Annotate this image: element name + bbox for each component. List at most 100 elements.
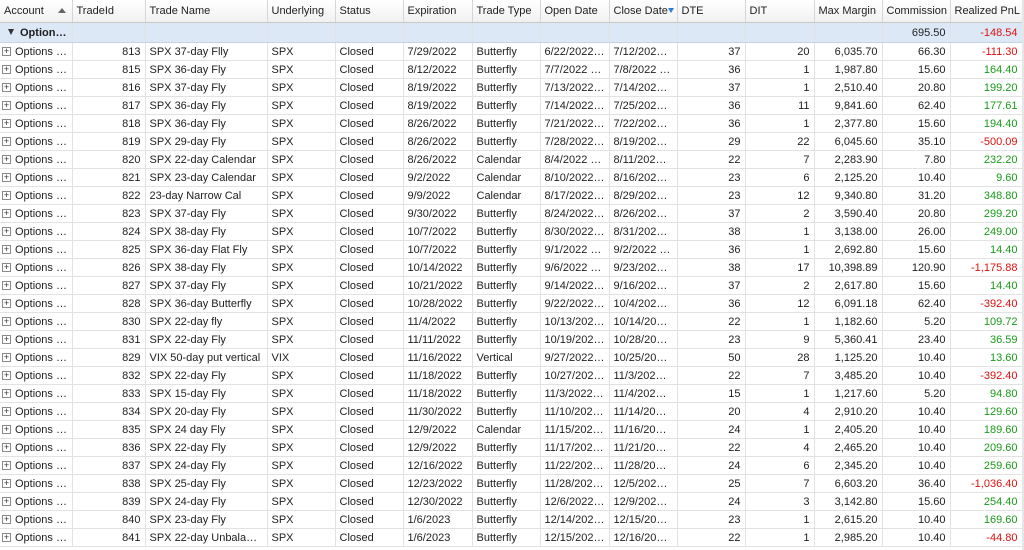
cell-expiration[interactable]: 8/19/2022 xyxy=(403,78,473,97)
cell-expiration[interactable]: 11/16/2022 xyxy=(403,348,473,367)
cell-account[interactable]: + Options 2... xyxy=(0,150,73,169)
cell-realized-pnl[interactable]: -500.09 xyxy=(950,132,1023,151)
cell-trade-type[interactable]: Butterfly xyxy=(472,330,541,349)
cell-account[interactable]: + Options 2... xyxy=(0,528,73,547)
cell-dit[interactable]: 7 xyxy=(745,474,815,493)
cell-trade-type[interactable]: Butterfly xyxy=(472,114,541,133)
cell-trade-name[interactable]: SPX 36-day Fly xyxy=(145,60,268,79)
expand-plus-icon[interactable]: + xyxy=(2,443,11,452)
cell-open-date[interactable]: 8/30/2022 ... xyxy=(540,222,610,241)
table-row[interactable]: + Options 2... 816 SPX 37-day Fly SPX Closed 8… xyxy=(0,78,1023,97)
cell-trade-type[interactable]: Butterfly xyxy=(472,132,541,151)
cell-close-date[interactable]: 9/2/2022 1... xyxy=(609,240,678,259)
column-header-commission[interactable]: Commission xyxy=(882,0,951,23)
cell-commission[interactable]: 5.20 xyxy=(882,312,951,331)
cell-tradeid[interactable]: 830 xyxy=(72,312,146,331)
cell-dit[interactable]: 2 xyxy=(745,276,815,295)
cell-tradeid[interactable]: 835 xyxy=(72,420,146,439)
table-row[interactable]: + Options 2... 835 SPX 24 day Fly SPX Closed 1… xyxy=(0,420,1023,439)
cell-tradeid[interactable]: 836 xyxy=(72,438,146,457)
cell-trade-name[interactable]: SPX 25-day Fly xyxy=(145,474,268,493)
cell-trade-type[interactable]: Calendar xyxy=(472,150,541,169)
cell-dte[interactable]: 23 xyxy=(677,168,746,187)
cell-tradeid[interactable]: 823 xyxy=(72,204,146,223)
expand-plus-icon[interactable]: + xyxy=(2,227,11,236)
cell-max-margin[interactable]: 1,987.80 xyxy=(814,60,883,79)
cell-max-margin[interactable]: 10,398.89 xyxy=(814,258,883,277)
cell-trade-name[interactable]: SPX 36-day Flat Fly xyxy=(145,240,268,259)
column-header-dte[interactable]: DTE xyxy=(677,0,746,23)
cell-dit[interactable]: 1 xyxy=(745,240,815,259)
cell-trade-type[interactable]: Butterfly xyxy=(472,528,541,547)
cell-open-date[interactable]: 7/28/2022 ... xyxy=(540,132,610,151)
cell-expiration[interactable]: 11/30/2022 xyxy=(403,402,473,421)
cell-close-date[interactable]: 11/28/2022... xyxy=(609,456,678,475)
cell-trade-type[interactable]: Butterfly xyxy=(472,258,541,277)
cell-close-date[interactable]: 11/14/2022... xyxy=(609,402,678,421)
cell-close-date[interactable]: 11/3/2022 ... xyxy=(609,366,678,385)
table-row[interactable]: + Options 2... 826 SPX 38-day Fly SPX Closed 1… xyxy=(0,258,1023,277)
cell-close-date[interactable]: 12/15/2022... xyxy=(609,510,678,529)
cell-tradeid[interactable]: 837 xyxy=(72,456,146,475)
cell-trade-type[interactable]: Butterfly xyxy=(472,60,541,79)
cell-max-margin[interactable]: 2,617.80 xyxy=(814,276,883,295)
cell-realized-pnl[interactable]: 249.00 xyxy=(950,222,1023,241)
cell-trade-type[interactable]: Butterfly xyxy=(472,78,541,97)
cell-expiration[interactable]: 11/4/2022 xyxy=(403,312,473,331)
cell-underlying[interactable]: SPX xyxy=(267,240,336,259)
cell-max-margin[interactable]: 2,377.80 xyxy=(814,114,883,133)
table-row[interactable]: + Options 2... 825 SPX 36-day Flat Fly SPX Cl… xyxy=(0,240,1023,259)
cell-expiration[interactable]: 10/7/2022 xyxy=(403,222,473,241)
cell-commission[interactable]: 10.40 xyxy=(882,402,951,421)
table-row[interactable]: + Options 2... 838 SPX 25-day Fly SPX Closed 1… xyxy=(0,474,1023,493)
cell-underlying[interactable]: SPX xyxy=(267,330,336,349)
cell-tradeid[interactable]: 827 xyxy=(72,276,146,295)
column-header-max-margin[interactable]: Max Margin xyxy=(814,0,883,23)
cell-open-date[interactable]: 12/6/2022 ... xyxy=(540,492,610,511)
column-header-open-date[interactable]: Open Date xyxy=(540,0,610,23)
cell-realized-pnl[interactable]: 13.60 xyxy=(950,348,1023,367)
cell-status[interactable]: Closed xyxy=(335,294,404,313)
cell-account[interactable]: + Options 2... xyxy=(0,456,73,475)
cell-expiration[interactable]: 11/18/2022 xyxy=(403,384,473,403)
cell-tradeid[interactable]: 825 xyxy=(72,240,146,259)
cell-trade-name[interactable]: SPX 37-day Fly xyxy=(145,276,268,295)
cell-dte[interactable]: 37 xyxy=(677,42,746,61)
cell-max-margin[interactable]: 6,603.20 xyxy=(814,474,883,493)
table-row[interactable]: + Options 2... 827 SPX 37-day Fly SPX Closed 1… xyxy=(0,276,1023,295)
cell-status[interactable]: Closed xyxy=(335,348,404,367)
cell-commission[interactable]: 10.40 xyxy=(882,456,951,475)
cell-open-date[interactable]: 11/10/2022... xyxy=(540,402,610,421)
cell-account[interactable]: + Options 2... xyxy=(0,132,73,151)
cell-tradeid[interactable]: 816 xyxy=(72,78,146,97)
table-row[interactable]: + Options 2... 813 SPX 37-day Flly SPX Closed… xyxy=(0,42,1023,61)
cell-max-margin[interactable]: 2,465.20 xyxy=(814,438,883,457)
cell-status[interactable]: Closed xyxy=(335,330,404,349)
cell-expiration[interactable]: 1/6/2023 xyxy=(403,510,473,529)
column-header-trade-type[interactable]: Trade Type xyxy=(472,0,541,23)
cell-realized-pnl[interactable]: 254.40 xyxy=(950,492,1023,511)
expand-plus-icon[interactable]: + xyxy=(2,425,11,434)
cell-close-date[interactable]: 12/9/2022 ... xyxy=(609,492,678,511)
cell-trade-type[interactable]: Butterfly xyxy=(472,456,541,475)
cell-expiration[interactable]: 9/9/2022 xyxy=(403,186,473,205)
cell-trade-type[interactable]: Butterfly xyxy=(472,276,541,295)
cell-max-margin[interactable]: 2,510.40 xyxy=(814,78,883,97)
cell-dte[interactable]: 24 xyxy=(677,420,746,439)
cell-underlying[interactable]: SPX xyxy=(267,510,336,529)
cell-underlying[interactable]: SPX xyxy=(267,492,336,511)
cell-trade-type[interactable]: Calendar xyxy=(472,420,541,439)
cell-open-date[interactable]: 11/22/2022... xyxy=(540,456,610,475)
expand-plus-icon[interactable]: + xyxy=(2,407,11,416)
cell-commission[interactable]: 20.80 xyxy=(882,204,951,223)
cell-status[interactable]: Closed xyxy=(335,78,404,97)
cell-realized-pnl[interactable]: -1,036.40 xyxy=(950,474,1023,493)
cell-realized-pnl[interactable]: 194.40 xyxy=(950,114,1023,133)
cell-status[interactable]: Closed xyxy=(335,384,404,403)
cell-commission[interactable]: 10.40 xyxy=(882,528,951,547)
cell-status[interactable]: Closed xyxy=(335,438,404,457)
cell-commission[interactable]: 5.20 xyxy=(882,384,951,403)
cell-max-margin[interactable]: 3,590.40 xyxy=(814,204,883,223)
cell-account[interactable]: + Options 2... xyxy=(0,330,73,349)
cell-dit[interactable]: 20 xyxy=(745,42,815,61)
